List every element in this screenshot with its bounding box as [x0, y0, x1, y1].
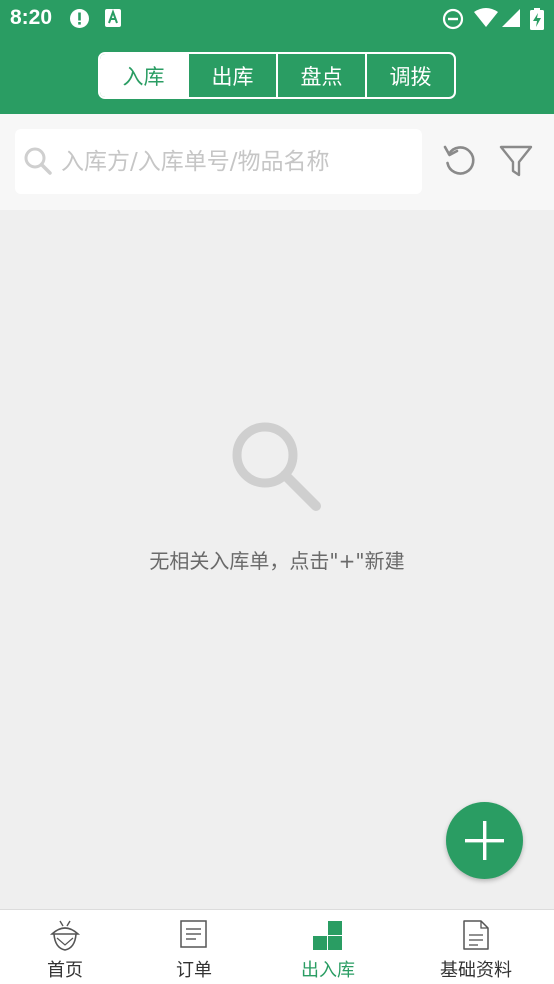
stock-blocks-icon: [313, 921, 342, 950]
tab-inventory-check[interactable]: 盘点: [276, 54, 365, 97]
app-notification-icon: [105, 9, 121, 27]
search-icon: [24, 147, 52, 175]
filter-icon[interactable]: [499, 143, 533, 179]
nav-item-orders[interactable]: 订单: [130, 910, 258, 984]
wifi-icon: [474, 8, 498, 27]
acorn-icon: [49, 920, 81, 951]
nav-label: 首页: [47, 960, 83, 981]
empty-state-message: 无相关入库单，点击"+"新建: [149, 549, 405, 573]
empty-search-icon: [232, 422, 321, 511]
nav-label: 订单: [176, 960, 212, 981]
nav-item-home[interactable]: 首页: [0, 910, 130, 984]
status-time: 8:20: [10, 6, 53, 29]
document-icon: [463, 920, 489, 950]
cellular-signal-icon: [502, 9, 520, 27]
nav-label: 基础资料: [440, 960, 512, 981]
tab-transfer[interactable]: 调拨: [365, 54, 454, 97]
do-not-disturb-icon: [442, 8, 464, 30]
nav-label: 出入库: [301, 960, 355, 981]
add-stock-in-button[interactable]: [446, 802, 523, 879]
nav-item-basic-data[interactable]: 基础资料: [398, 910, 554, 984]
tab-stock-out[interactable]: 出库: [187, 54, 276, 97]
status-bar: 8:20: [0, 0, 554, 38]
reset-icon[interactable]: [442, 143, 478, 179]
search-box: [15, 129, 422, 194]
plus-icon: [465, 821, 504, 860]
alert-notification-icon: [70, 9, 89, 28]
order-list-icon: [180, 920, 207, 948]
stock-type-tabs: 入库 出库 盘点 调拨: [98, 52, 456, 99]
battery-charging-icon: [530, 8, 544, 30]
app-header: 8:20 入库 出库 盘点 调拨: [0, 0, 554, 114]
bottom-navigation: 首页 订单 出入库 基础资料: [0, 909, 554, 984]
nav-item-stock[interactable]: 出入库: [258, 910, 398, 984]
tab-stock-in[interactable]: 入库: [100, 54, 187, 97]
search-input[interactable]: [61, 129, 416, 194]
